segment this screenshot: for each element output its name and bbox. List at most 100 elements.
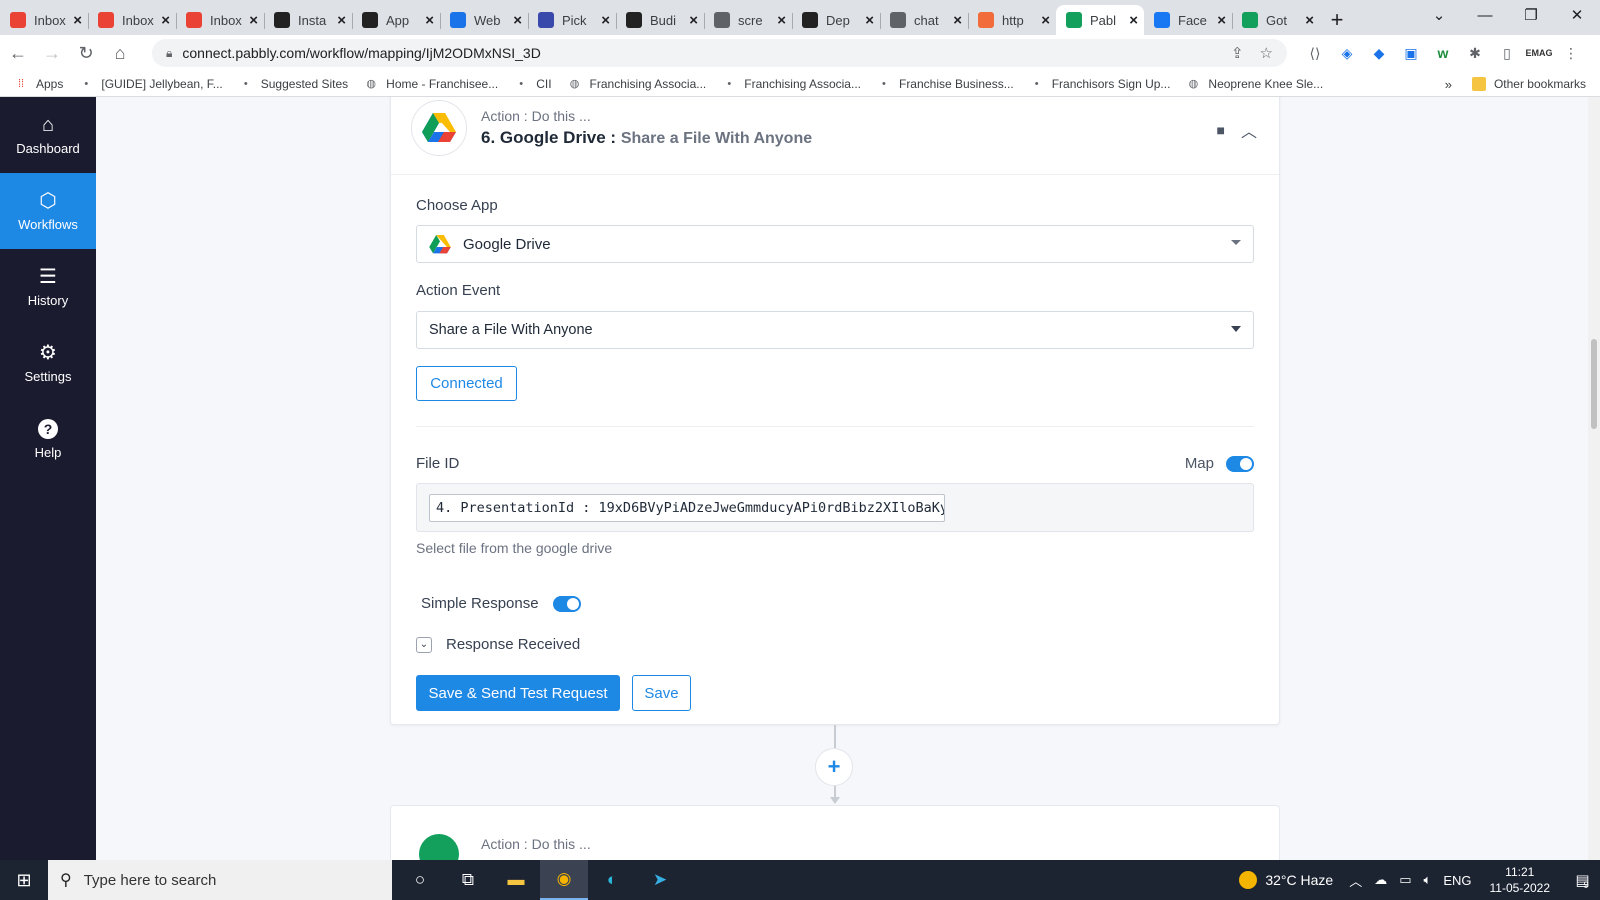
bookmark-item[interactable]: • [GUIDE] Jellybean, F... — [79, 77, 222, 91]
browser-tab[interactable]: Inbox × — [176, 5, 264, 35]
home-button[interactable]: ⌂ — [104, 37, 136, 69]
sidebar-item-workflows[interactable]: ⬡ Workflows — [0, 173, 96, 249]
tab-search-icon[interactable]: ⌄ — [1416, 0, 1462, 30]
extensions-puzzle-icon[interactable]: ✱ — [1459, 39, 1491, 67]
url-text[interactable]: connect.pabbly.com/workflow/mapping/IjM2… — [182, 45, 540, 61]
extension-code-icon[interactable]: ⟨⟩ — [1299, 39, 1331, 67]
browser-tab[interactable]: Pick × — [528, 5, 616, 35]
next-step-card[interactable]: Action : Do this ... — [390, 805, 1280, 860]
browser-tab[interactable]: scre × — [704, 5, 792, 35]
windows-start-button[interactable]: ⊞ — [0, 860, 48, 900]
side-panel-icon[interactable]: ▯ — [1491, 39, 1523, 67]
expand-chevron-icon[interactable]: ⌄ — [416, 636, 432, 653]
scrollbar-thumb[interactable] — [1591, 339, 1597, 429]
browser-tab[interactable]: http × — [968, 5, 1056, 35]
close-tab-icon[interactable]: × — [953, 12, 962, 29]
file-id-mapped-tag[interactable]: 4. PresentationId : 19xD6BVyPiADzeJweGmm… — [429, 494, 945, 522]
close-tab-icon[interactable]: × — [425, 12, 434, 29]
browser-tab[interactable]: Inbox × — [88, 5, 176, 35]
minimize-button[interactable]: — — [1462, 0, 1508, 30]
lock-icon[interactable]: 🔒︎ — [166, 46, 172, 61]
close-tab-icon[interactable]: × — [1129, 12, 1138, 29]
file-id-field[interactable]: 4. PresentationId : 19xD6BVyPiADzeJweGmm… — [416, 483, 1254, 532]
reload-button[interactable]: ↻ — [70, 37, 102, 69]
response-received-row[interactable]: ⌄ Response Received — [416, 636, 580, 653]
network-icon[interactable]: ▭ — [1399, 872, 1411, 888]
sidebar-item-dashboard[interactable]: ⌂ Dashboard — [0, 97, 96, 173]
bookmark-item[interactable]: ◍ Franchising Associa... — [568, 77, 707, 91]
simple-response-toggle[interactable] — [552, 595, 581, 612]
other-bookmarks[interactable]: Other bookmarks — [1471, 77, 1586, 91]
close-tab-icon[interactable]: × — [1217, 12, 1226, 29]
browser-tab[interactable]: chat × — [880, 5, 968, 35]
extension-diamond-icon[interactable]: ◆ — [1363, 39, 1395, 67]
browser-tab[interactable]: Face × — [1144, 5, 1232, 35]
browser-tab[interactable]: Got × — [1232, 5, 1320, 35]
telegram-icon[interactable]: ➤ — [636, 860, 684, 900]
file-explorer-icon[interactable]: ▬ — [492, 860, 540, 900]
back-button[interactable]: ← — [2, 37, 34, 69]
video-camera-icon[interactable]: ■ — [1217, 122, 1225, 138]
close-tab-icon[interactable]: × — [601, 12, 610, 29]
choose-app-select[interactable]: Google Drive — [416, 225, 1254, 263]
step-header[interactable]: Action : Do this ... 6. Google Drive : S… — [391, 97, 1279, 175]
browser-tab[interactable]: Pabl × — [1056, 5, 1144, 35]
new-tab-button[interactable]: + — [1320, 5, 1354, 35]
close-tab-icon[interactable]: × — [1041, 12, 1050, 29]
bookmark-item[interactable]: • Franchisors Sign Up... — [1030, 77, 1171, 91]
bookmark-item[interactable]: • Franchise Business... — [877, 77, 1014, 91]
save-send-test-button[interactable]: Save & Send Test Request — [416, 675, 620, 711]
collapse-chevron-icon[interactable]: ︿ — [1241, 118, 1257, 142]
bookmarks-overflow-button[interactable]: » — [1445, 77, 1452, 92]
bookmark-item[interactable]: • CII — [514, 77, 551, 91]
close-tab-icon[interactable]: × — [777, 12, 786, 29]
close-tab-icon[interactable]: × — [249, 12, 258, 29]
browser-tab[interactable]: Inbox × — [0, 5, 88, 35]
browser-tab[interactable]: Web × — [440, 5, 528, 35]
sidebar-item-help[interactable]: ? Help — [0, 401, 96, 477]
browser-tab[interactable]: App × — [352, 5, 440, 35]
extension-note-icon[interactable]: ▣ — [1395, 39, 1427, 67]
browser-tab[interactable]: Budi × — [616, 5, 704, 35]
task-view-icon[interactable]: ⧉ — [444, 860, 492, 900]
bookmark-item[interactable]: ◍ Neoprene Knee Sle... — [1186, 77, 1324, 91]
close-tab-icon[interactable]: × — [73, 12, 82, 29]
action-event-select[interactable]: Share a File With Anyone — [416, 311, 1254, 349]
forward-button[interactable]: → — [36, 37, 68, 69]
extension-tag-icon[interactable]: ◈ — [1331, 39, 1363, 67]
page-scrollbar[interactable] — [1588, 97, 1600, 860]
restore-button[interactable]: ❐ — [1508, 0, 1554, 30]
profile-avatar-icon[interactable]: EMAG — [1523, 39, 1555, 67]
clock[interactable]: 11:21 11-05-2022 — [1490, 864, 1551, 896]
close-window-button[interactable]: ✕ — [1554, 0, 1600, 30]
close-tab-icon[interactable]: × — [1305, 12, 1314, 29]
chrome-icon[interactable]: ◉ — [540, 860, 588, 900]
connected-button[interactable]: Connected — [416, 366, 517, 401]
sidebar-item-settings[interactable]: ⚙ Settings — [0, 325, 96, 401]
bookmark-item[interactable]: ◍ Home - Franchisee... — [364, 77, 498, 91]
edge-icon[interactable]: ◐ — [588, 860, 636, 900]
volume-icon[interactable]: 🔈︎ — [1424, 872, 1432, 888]
onedrive-cloud-icon[interactable]: ☁ — [1374, 872, 1387, 888]
address-bar[interactable]: 🔒︎ connect.pabbly.com/workflow/mapping/I… — [152, 39, 1287, 67]
share-icon[interactable]: ⇪ — [1231, 44, 1244, 62]
close-tab-icon[interactable]: × — [689, 12, 698, 29]
language-indicator[interactable]: ENG — [1443, 873, 1471, 888]
weather-widget[interactable]: 32°C Haze — [1239, 871, 1333, 889]
cortana-icon[interactable]: ○ — [396, 860, 444, 900]
bookmark-item[interactable]: • Suggested Sites — [239, 77, 348, 91]
bookmark-item[interactable]: ⁞⁞ Apps — [14, 77, 63, 91]
save-button[interactable]: Save — [632, 675, 691, 711]
notification-center-button[interactable]: ▤ 9 — [1564, 860, 1600, 900]
close-tab-icon[interactable]: × — [865, 12, 874, 29]
close-tab-icon[interactable]: × — [161, 12, 170, 29]
bookmark-item[interactable]: • Franchising Associa... — [722, 77, 861, 91]
add-step-button[interactable]: + — [815, 748, 853, 786]
browser-menu-icon[interactable]: ⋮ — [1555, 39, 1587, 67]
map-toggle[interactable] — [1226, 455, 1254, 472]
tray-chevron-icon[interactable]: ︿ — [1349, 871, 1362, 890]
close-tab-icon[interactable]: × — [513, 12, 522, 29]
browser-tab[interactable]: Dep × — [792, 5, 880, 35]
bookmark-star-icon[interactable]: ☆ — [1260, 44, 1273, 62]
browser-tab[interactable]: Insta × — [264, 5, 352, 35]
